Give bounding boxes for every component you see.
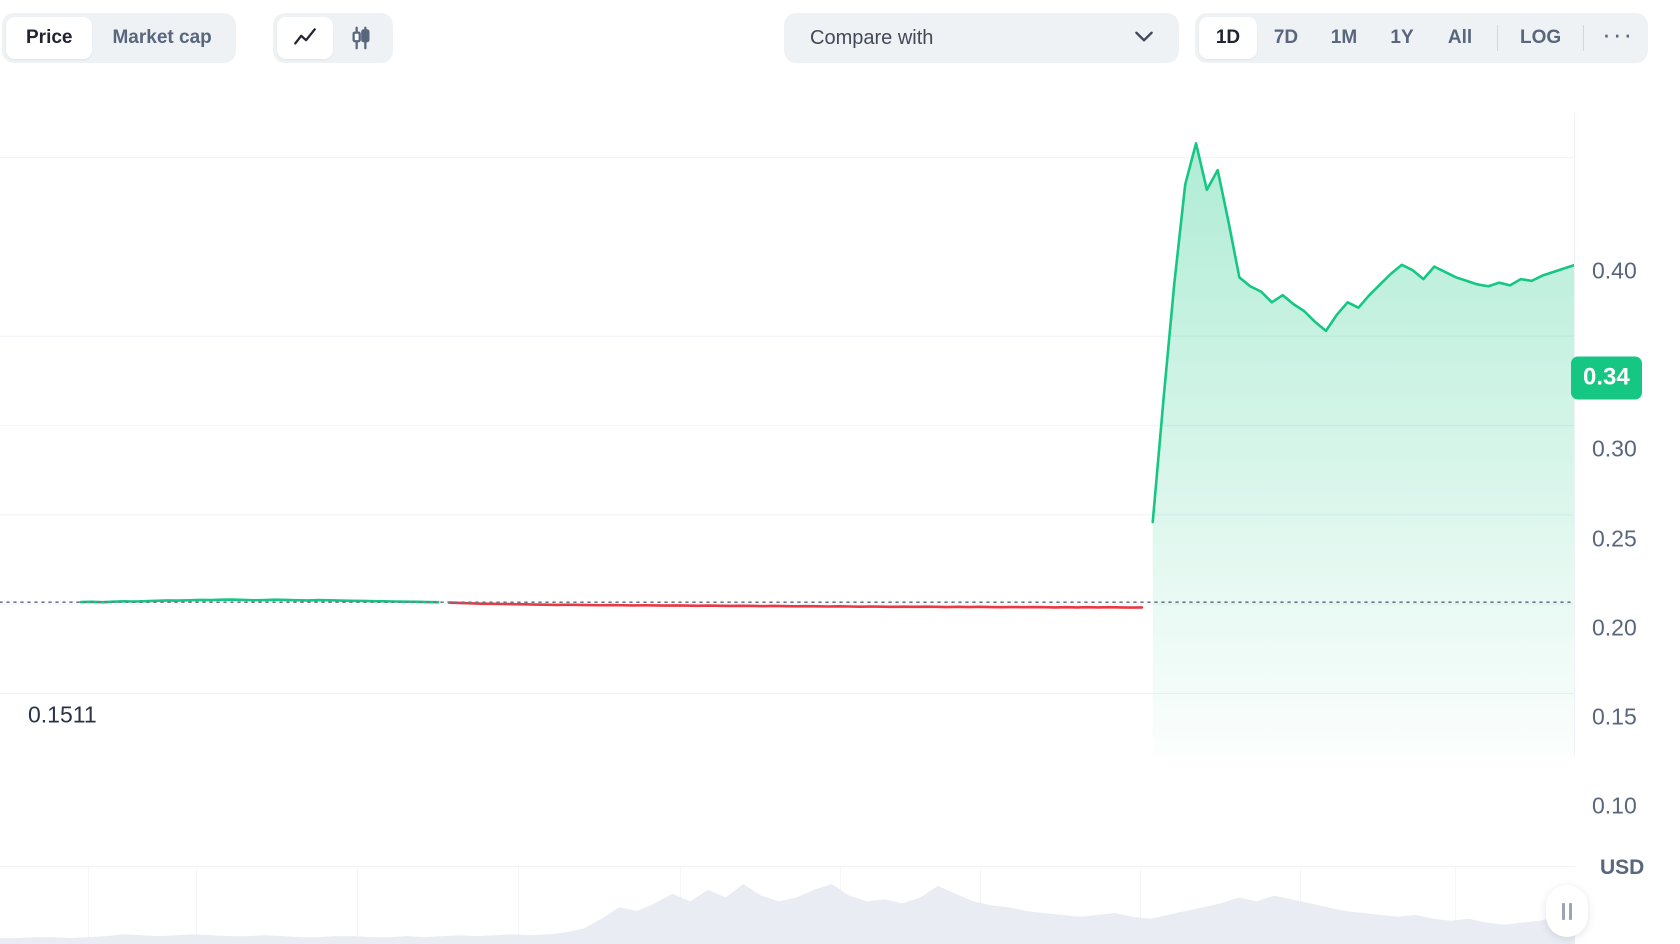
y-axis-tick-label: 0.40 [1592, 257, 1637, 284]
candlestick-chart-icon[interactable] [333, 17, 389, 59]
range-1y[interactable]: 1Y [1373, 17, 1431, 59]
plot-area[interactable]: CoinMarketCap [0, 113, 1575, 756]
metric-toggle-group: Price Market cap [2, 13, 236, 63]
y-axis-tick-label: 0.10 [1592, 792, 1637, 819]
currency-label: USD [1600, 856, 1645, 879]
chart-type-toggle-group [273, 13, 393, 63]
chevron-down-icon [1131, 23, 1157, 54]
price-line-down [447, 601, 1144, 609]
divider [1497, 25, 1498, 51]
open-price-label: 0.1511 [28, 701, 97, 728]
line-chart-icon[interactable] [277, 17, 333, 59]
compare-with-dropdown[interactable]: Compare with [784, 13, 1179, 63]
more-options-icon[interactable]: ··· [1592, 17, 1644, 59]
y-axis-tick-label: 0.15 [1592, 703, 1637, 730]
pause-icon-bar [1569, 902, 1572, 920]
price-area-fill [1152, 143, 1575, 756]
y-axis-separator [1574, 113, 1575, 756]
pause-button[interactable] [1546, 885, 1588, 937]
chart-container[interactable]: CoinMarketCap 0.40 0.30 0.25 0.20 0.15 0.10 0… [0, 113, 1680, 944]
price-series-svg [0, 142, 1575, 756]
time-range-group: 1D 7D 1M 1Y All LOG ··· [1195, 13, 1649, 63]
range-7d[interactable]: 7D [1257, 17, 1315, 59]
tab-market-cap[interactable]: Market cap [92, 17, 231, 59]
chart-toolbar: Price Market cap Compare with 1D 7D 1M 1… [0, 0, 1680, 76]
range-1d[interactable]: 1D [1199, 17, 1257, 59]
price-chart-page: Price Market cap Compare with 1D 7D 1M 1… [0, 0, 1680, 944]
range-1m[interactable]: 1M [1315, 17, 1373, 59]
range-all[interactable]: All [1431, 17, 1489, 59]
compare-with-label: Compare with [810, 26, 934, 49]
chart-navigator[interactable] [0, 866, 1575, 944]
pause-icon-bar [1562, 902, 1565, 920]
last-price-badge: 0.34 [1571, 356, 1642, 400]
log-scale-button[interactable]: LOG [1506, 17, 1575, 59]
y-axis-tick-label: 0.20 [1592, 614, 1637, 641]
navigator-area [0, 884, 1575, 944]
divider [1583, 25, 1585, 51]
y-axis-tick-label: 0.30 [1592, 435, 1637, 462]
navigator-volume-svg [0, 884, 1575, 944]
tab-price[interactable]: Price [6, 17, 93, 59]
y-axis-tick-label: 0.25 [1592, 525, 1637, 552]
